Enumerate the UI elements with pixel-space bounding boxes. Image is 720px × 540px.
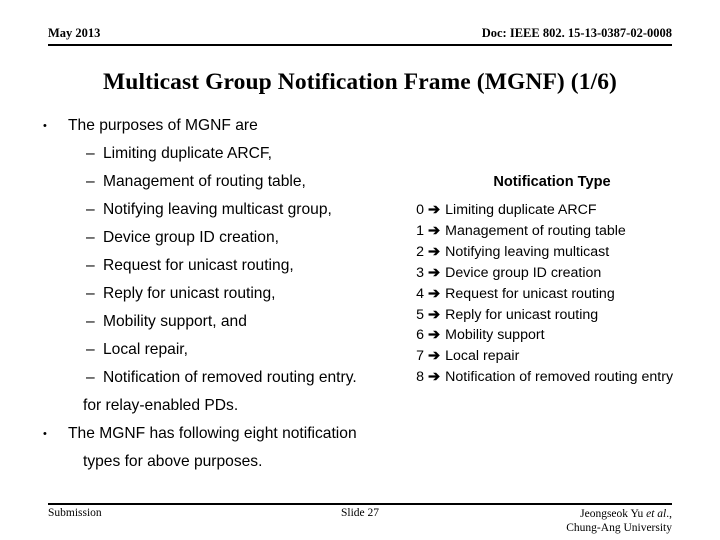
footer-author-etal: et al: [646, 508, 667, 520]
dash-icon: –: [86, 313, 95, 330]
notification-type-panel: Notification Type 0 ➔ Limiting duplicate…: [408, 172, 720, 388]
arrow-right-icon: ➔: [428, 243, 441, 260]
list-item: – Management of routing table,: [38, 168, 438, 196]
dash-icon: –: [86, 341, 95, 358]
list-item: – Local repair,: [38, 336, 438, 364]
list-item-label: Request for unicast routing,: [103, 257, 294, 274]
header-divider: [48, 44, 672, 46]
notification-type-code: 3: [416, 264, 424, 281]
bullet-dot-icon: •: [43, 428, 47, 440]
list-item: – Notification of removed routing entry.: [38, 364, 438, 392]
notification-type-label: Local repair: [445, 348, 520, 365]
footer-author: Jeongseok Yu et al., Chung-Ang Universit…: [566, 507, 672, 535]
notification-type-code: 0: [416, 202, 424, 218]
notification-type-row: 2 ➔ Notifying leaving multicast: [408, 242, 720, 263]
notification-type-row: 8 ➔ Notification of removed routing entr…: [408, 367, 720, 388]
bullet-dot-icon: •: [43, 120, 47, 132]
footer-divider: [48, 503, 672, 505]
dash-icon: –: [86, 145, 95, 162]
list-item-label: Notifying leaving multicast group,: [103, 201, 332, 218]
arrow-right-icon: ➔: [428, 348, 441, 365]
list-item: – Notifying leaving multicast group,: [38, 196, 438, 224]
footer-affiliation: Chung-Ang University: [566, 522, 672, 534]
arrow-right-icon: ➔: [428, 306, 441, 323]
footer-author-name: Jeongseok Yu et al.,: [566, 507, 672, 521]
bullet-mgnf-types-label: The MGNF has following eight notificatio…: [68, 425, 357, 442]
notification-type-label: Management of routing table: [445, 222, 626, 239]
arrow-right-icon: ➔: [428, 264, 441, 281]
dash-icon: –: [86, 229, 95, 246]
bullet-purposes-label: The purposes of MGNF are: [68, 117, 258, 134]
page-title: Multicast Group Notification Frame (MGNF…: [103, 69, 617, 95]
notification-type-row: 5 ➔ Reply for unicast routing: [408, 305, 720, 326]
list-item: – Device group ID creation,: [38, 224, 438, 252]
dash-icon: –: [86, 201, 95, 218]
dash-icon: –: [86, 369, 95, 386]
notification-type-heading: Notification Type: [493, 174, 611, 190]
notification-type-code: 6: [416, 327, 424, 344]
arrow-right-icon: ➔: [428, 369, 441, 386]
bullet-mgnf-types-line2: types for above purposes.: [83, 453, 263, 470]
arrow-right-icon: ➔: [428, 327, 441, 344]
continuation-text: for relay-enabled PDs.: [83, 397, 239, 414]
list-item-label: Local repair,: [103, 341, 188, 358]
notification-type-label: Notifying leaving multicast: [445, 243, 610, 260]
notification-type-label: Reply for unicast routing: [445, 306, 599, 323]
header-document-number: Doc: IEEE 802. 15-13-0387-02-0008: [481, 26, 672, 40]
slide-header: May 2013 Doc: IEEE 802. 15-13-0387-02-00…: [48, 26, 672, 52]
footer-author-name-text: Jeongseok Yu: [580, 508, 647, 520]
arrow-right-icon: ➔: [428, 222, 441, 239]
list-item: – Limiting duplicate ARCF,: [38, 140, 438, 168]
list-item: – Request for unicast routing,: [38, 252, 438, 280]
bullet-purposes: • The purposes of MGNF are: [38, 112, 438, 140]
body-content-left: • The purposes of MGNF are – Limiting du…: [38, 112, 438, 476]
arrow-right-icon: ➔: [428, 202, 441, 218]
notification-type-code: 1: [416, 222, 424, 239]
list-item-label: Mobility support, and: [103, 313, 247, 330]
header-date: May 2013: [48, 26, 101, 40]
notification-type-label: Limiting duplicate ARCF: [445, 202, 597, 218]
notification-type-code: 7: [416, 348, 424, 365]
dash-icon: –: [86, 285, 95, 302]
notification-type-label: Request for unicast routing: [445, 285, 615, 302]
arrow-right-icon: ➔: [428, 285, 441, 302]
list-item-label: Limiting duplicate ARCF,: [103, 145, 273, 162]
list-item-label: Notification of removed routing entry.: [103, 369, 357, 386]
footer-author-name-suffix: .,: [666, 508, 672, 520]
notification-type-code: 8: [416, 369, 424, 386]
list-item: – Reply for unicast routing,: [38, 280, 438, 308]
list-item-label: Device group ID creation,: [103, 229, 279, 246]
notification-type-code: 2: [416, 243, 424, 260]
notification-type-label: Mobility support: [445, 327, 545, 344]
bullet-mgnf-types: • The MGNF has following eight notificat…: [38, 420, 438, 448]
notification-type-row: 3 ➔ Device group ID creation: [408, 263, 720, 284]
slide-footer: Submission Slide 27 Jeongseok Yu et al.,…: [48, 507, 672, 537]
notification-type-row: 1 ➔ Management of routing table: [408, 221, 720, 242]
notification-type-row: 7 ➔ Local repair: [408, 346, 720, 367]
notification-type-row: 4 ➔ Request for unicast routing: [408, 284, 720, 305]
list-item-label: Reply for unicast routing,: [103, 285, 276, 302]
notification-type-row: 6 ➔ Mobility support: [408, 325, 720, 346]
list-item-label: Management of routing table,: [103, 173, 306, 190]
notification-type-row: 0 ➔ Limiting duplicate ARCF: [408, 200, 720, 221]
dash-icon: –: [86, 257, 95, 274]
slide: May 2013 Doc: IEEE 802. 15-13-0387-02-00…: [0, 0, 720, 540]
notification-type-label: Device group ID creation: [445, 264, 602, 281]
dash-icon: –: [86, 173, 95, 190]
notification-type-code: 5: [416, 306, 424, 323]
list-item: – Mobility support, and: [38, 308, 438, 336]
notification-type-list: 0 ➔ Limiting duplicate ARCF 1 ➔ Manageme…: [408, 200, 720, 388]
notification-type-label: Notification of removed routing entry: [445, 369, 674, 386]
notification-type-code: 4: [416, 285, 424, 302]
